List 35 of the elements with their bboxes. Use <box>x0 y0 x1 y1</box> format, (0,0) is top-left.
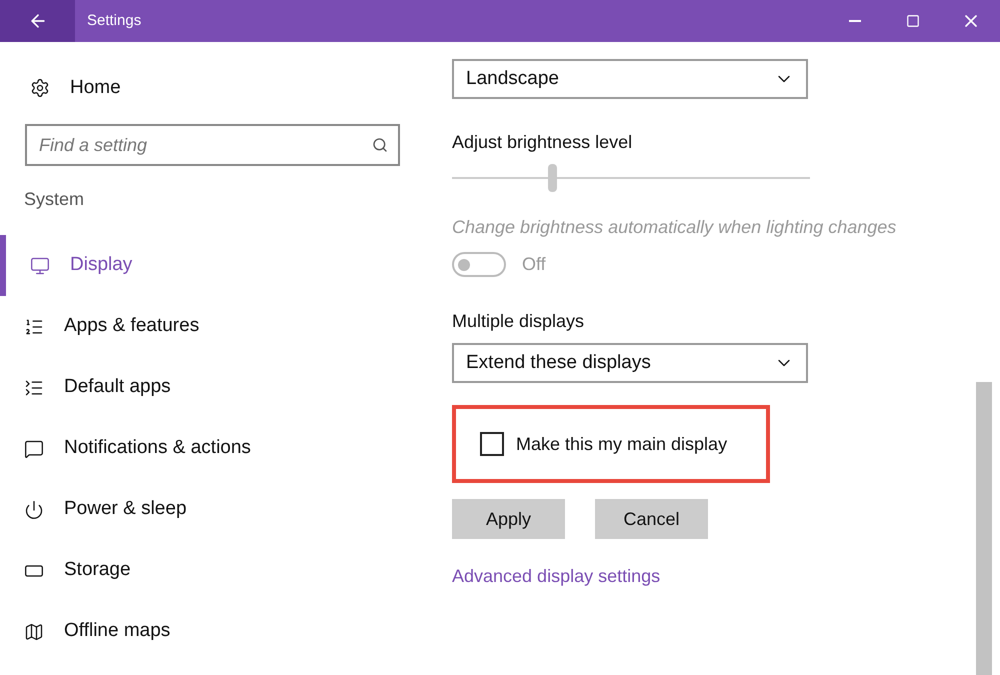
search-icon <box>372 137 388 153</box>
auto-brightness-label: Change brightness automatically when lighting changes <box>452 216 898 239</box>
section-heading: System <box>23 188 86 211</box>
map-icon <box>24 622 44 642</box>
power-icon <box>24 500 44 520</box>
checkbox-label: Make this my main display <box>516 432 728 456</box>
minimize-icon <box>849 20 861 22</box>
brightness-label: Adjust brightness level <box>452 131 634 154</box>
sidebar-item[interactable]: Power & sleep <box>0 479 425 540</box>
sidebar-item[interactable]: Apps & features <box>0 296 425 357</box>
cancel-button[interactable]: Cancel <box>595 499 708 539</box>
sidebar-item[interactable]: Offline maps <box>0 601 425 662</box>
gear-icon <box>30 78 50 98</box>
back-button[interactable] <box>0 0 75 42</box>
dropdown[interactable]: Extend these displays <box>452 343 808 383</box>
monitor-icon <box>30 256 50 276</box>
checkbox[interactable] <box>480 432 504 456</box>
advanced-settings-link[interactable]: Advanced display settings <box>452 563 1000 590</box>
sidebar-item[interactable]: Storage <box>0 540 425 601</box>
sidebar-item[interactable]: Notifications & actions <box>0 418 425 479</box>
list-icon <box>24 316 44 336</box>
apply-button[interactable]: Apply <box>452 499 565 539</box>
window-title: Settings <box>87 10 142 31</box>
speech-bubble-icon <box>24 438 44 458</box>
dropdown[interactable]: Landscape <box>452 59 808 99</box>
list-icon <box>24 378 44 398</box>
search-field[interactable]: Find a setting <box>25 124 400 166</box>
toggle-state: Off <box>522 253 546 276</box>
sidebar-item[interactable]: Default apps <box>0 357 425 418</box>
brightness-slider[interactable] <box>452 162 810 194</box>
scrollbar[interactable] <box>976 382 992 675</box>
maximize-icon <box>906 14 920 28</box>
sidebar-item[interactable]: Display <box>0 235 425 296</box>
multiple-displays-label: Multiple displays <box>452 310 586 333</box>
home-link[interactable]: Home <box>0 66 425 110</box>
